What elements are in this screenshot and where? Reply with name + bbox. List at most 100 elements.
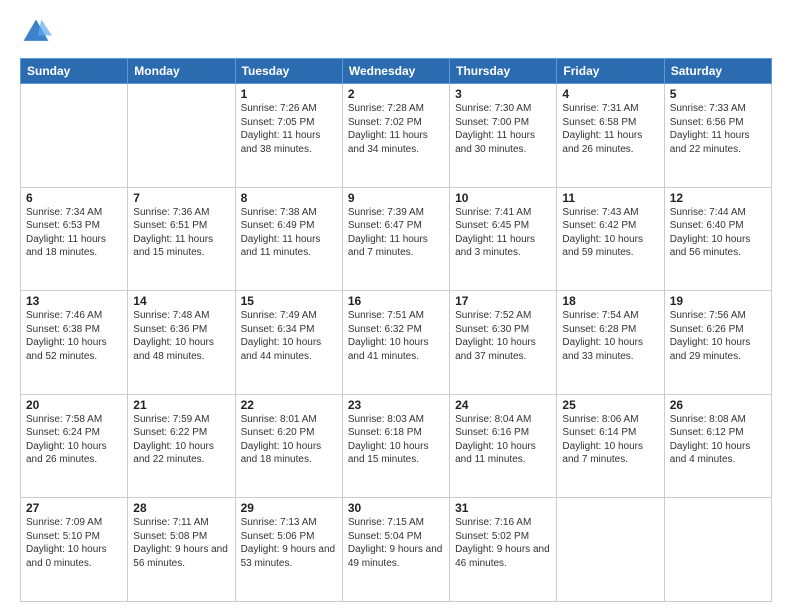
daylight-text: Daylight: 10 hours and 44 minutes. (241, 337, 322, 362)
logo-icon (20, 16, 52, 48)
day-cell: 24Sunrise: 8:04 AMSunset: 6:16 PMDayligh… (450, 394, 557, 498)
daylight-text: Daylight: 11 hours and 22 minutes. (670, 130, 750, 155)
day-number: 14 (133, 294, 229, 308)
cell-content: Sunrise: 7:33 AM Sunset: 6:56 PM Daylight:… (670, 102, 766, 156)
daylight-text: Daylight: 10 hours and 11 minutes. (455, 441, 536, 466)
sunrise-text: Sunrise: 7:48 AM (133, 310, 209, 321)
sunset-text: Sunset: 6:22 PM (133, 427, 207, 438)
day-cell: 22 Sunrise: 8:01 AM Sunset: 6:20 PM Dayligh… (235, 394, 342, 498)
sunrise-text: Sunrise: 7:33 AM (670, 103, 746, 114)
daylight-text: Daylight: 10 hours and 18 minutes. (241, 441, 322, 466)
daylight-text: Daylight: 9 hours and 56 minutes. (133, 544, 228, 569)
sunset-text: Sunset: 6:20 PM (241, 427, 315, 438)
sunset-text: Sunset: 6:58 PM (562, 117, 636, 128)
day-number: 12 (670, 191, 766, 205)
cell-content: Sunrise: 8:06 AMSunset: 6:14 PMDaylight:… (562, 413, 658, 467)
sunset-text: Sunset: 6:32 PM (348, 324, 422, 335)
day-cell: 30Sunrise: 7:15 AMSunset: 5:04 PMDayligh… (342, 498, 449, 602)
sunrise-text: Sunrise: 7:59 AM (133, 414, 209, 425)
week-row-2: 6Sunrise: 7:34 AMSunset: 6:53 PMDaylight… (21, 187, 772, 291)
cell-content: Sunrise: 7:39 AMSunset: 6:47 PMDaylight:… (348, 206, 444, 260)
sunrise-text: Sunrise: 7:30 AM (455, 103, 531, 114)
day-number: 11 (562, 191, 658, 205)
logo (20, 16, 54, 48)
cell-content: Sunrise: 7:26 AMSunset: 7:05 PMDaylight:… (241, 102, 337, 156)
cell-content: Sunrise: 8:01 AM Sunset: 6:20 PM Daylight:… (241, 413, 337, 467)
sunset-text: Sunset: 6:34 PM (241, 324, 315, 335)
sunrise-text: Sunrise: 7:43 AM (562, 207, 638, 218)
daylight-text: Daylight: 10 hours and 56 minutes. (670, 234, 751, 259)
sunset-text: Sunset: 6:12 PM (670, 427, 744, 438)
sunrise-text: Sunrise: 7:16 AM (455, 517, 531, 528)
day-cell: 23Sunrise: 8:03 AMSunset: 6:18 PMDayligh… (342, 394, 449, 498)
daylight-text: Daylight: 10 hours and 29 minutes. (670, 337, 751, 362)
cell-content: Sunrise: 7:59 AMSunset: 6:22 PMDaylight:… (133, 413, 229, 467)
sunset-text: Sunset: 6:56 PM (670, 117, 744, 128)
daylight-text: Daylight: 10 hours and 26 minutes. (26, 441, 107, 466)
day-number: 29 (241, 501, 337, 515)
sunrise-text: Sunrise: 7:49 AM (241, 310, 317, 321)
day-number: 21 (133, 398, 229, 412)
sunset-text: Sunset: 6:14 PM (562, 427, 636, 438)
day-number: 9 (348, 191, 444, 205)
sunrise-text: Sunrise: 7:31 AM (562, 103, 638, 114)
cell-content: Sunrise: 7:44 AMSunset: 6:40 PMDaylight:… (670, 206, 766, 260)
weekday-header-row: SundayMondayTuesdayWednesdayThursdayFrid… (21, 59, 772, 84)
sunset-text: Sunset: 6:36 PM (133, 324, 207, 335)
header (20, 16, 772, 48)
cell-content: Sunrise: 7:28 AMSunset: 7:02 PMDaylight:… (348, 102, 444, 156)
week-row-4: 20Sunrise: 7:58 AMSunset: 6:24 PMDayligh… (21, 394, 772, 498)
day-cell: 7Sunrise: 7:36 AMSunset: 6:51 PMDaylight… (128, 187, 235, 291)
sunset-text: Sunset: 6:16 PM (455, 427, 529, 438)
sunset-text: Sunset: 6:24 PM (26, 427, 100, 438)
sunset-text: Sunset: 6:42 PM (562, 220, 636, 231)
daylight-text: Daylight: 11 hours and 15 minutes. (133, 234, 213, 259)
sunrise-text: Sunrise: 7:41 AM (455, 207, 531, 218)
day-cell (557, 498, 664, 602)
sunset-text: Sunset: 6:45 PM (455, 220, 529, 231)
day-cell: 13Sunrise: 7:46 AMSunset: 6:38 PMDayligh… (21, 291, 128, 395)
cell-content: Sunrise: 8:03 AMSunset: 6:18 PMDaylight:… (348, 413, 444, 467)
day-cell: 25Sunrise: 8:06 AMSunset: 6:14 PMDayligh… (557, 394, 664, 498)
sunrise-text: Sunrise: 8:06 AM (562, 414, 638, 425)
sunrise-text: Sunrise: 8:08 AM (670, 414, 746, 425)
daylight-text: Daylight: 11 hours and 26 minutes. (562, 130, 642, 155)
day-cell: 12Sunrise: 7:44 AMSunset: 6:40 PMDayligh… (664, 187, 771, 291)
daylight-text: Daylight: 10 hours and 41 minutes. (348, 337, 429, 362)
sunrise-text: Sunrise: 8:03 AM (348, 414, 424, 425)
sunrise-text: Sunrise: 7:58 AM (26, 414, 102, 425)
daylight-text: Daylight: 9 hours and 53 minutes. (241, 544, 336, 569)
sunrise-text: Sunrise: 7:26 AM (241, 103, 317, 114)
sunset-text: Sunset: 6:40 PM (670, 220, 744, 231)
sunrise-text: Sunrise: 7:38 AM (241, 207, 317, 218)
day-cell: 29Sunrise: 7:13 AMSunset: 5:06 PMDayligh… (235, 498, 342, 602)
sunset-text: Sunset: 5:08 PM (133, 531, 207, 542)
cell-content: Sunrise: 7:15 AMSunset: 5:04 PMDaylight:… (348, 516, 444, 570)
sunrise-text: Sunrise: 7:54 AM (562, 310, 638, 321)
daylight-text: Daylight: 10 hours and 48 minutes. (133, 337, 214, 362)
day-cell: 20Sunrise: 7:58 AMSunset: 6:24 PMDayligh… (21, 394, 128, 498)
sunrise-text: Sunrise: 7:13 AM (241, 517, 317, 528)
sunrise-text: Sunrise: 7:39 AM (348, 207, 424, 218)
daylight-text: Daylight: 11 hours and 38 minutes. (241, 130, 321, 155)
weekday-header-tuesday: Tuesday (235, 59, 342, 84)
sunset-text: Sunset: 6:26 PM (670, 324, 744, 335)
calendar-page: SundayMondayTuesdayWednesdayThursdayFrid… (0, 0, 792, 612)
sunrise-text: Sunrise: 7:28 AM (348, 103, 424, 114)
daylight-text: Daylight: 11 hours and 11 minutes. (241, 234, 321, 259)
day-number: 22 (241, 398, 337, 412)
day-cell (664, 498, 771, 602)
cell-content: Sunrise: 7:31 AM Sunset: 6:58 PM Daylight:… (562, 102, 658, 156)
day-number: 10 (455, 191, 551, 205)
day-number: 24 (455, 398, 551, 412)
sunrise-text: Sunrise: 7:11 AM (133, 517, 208, 528)
daylight-text: Daylight: 11 hours and 18 minutes. (26, 234, 106, 259)
sunrise-text: Sunrise: 8:01 AM (241, 414, 317, 425)
day-number: 16 (348, 294, 444, 308)
day-cell: 2Sunrise: 7:28 AMSunset: 7:02 PMDaylight… (342, 84, 449, 188)
sunrise-text: Sunrise: 7:34 AM (26, 207, 102, 218)
day-number: 6 (26, 191, 122, 205)
cell-content: Sunrise: 7:41 AMSunset: 6:45 PMDaylight:… (455, 206, 551, 260)
sunset-text: Sunset: 6:47 PM (348, 220, 422, 231)
sunrise-text: Sunrise: 7:51 AM (348, 310, 424, 321)
